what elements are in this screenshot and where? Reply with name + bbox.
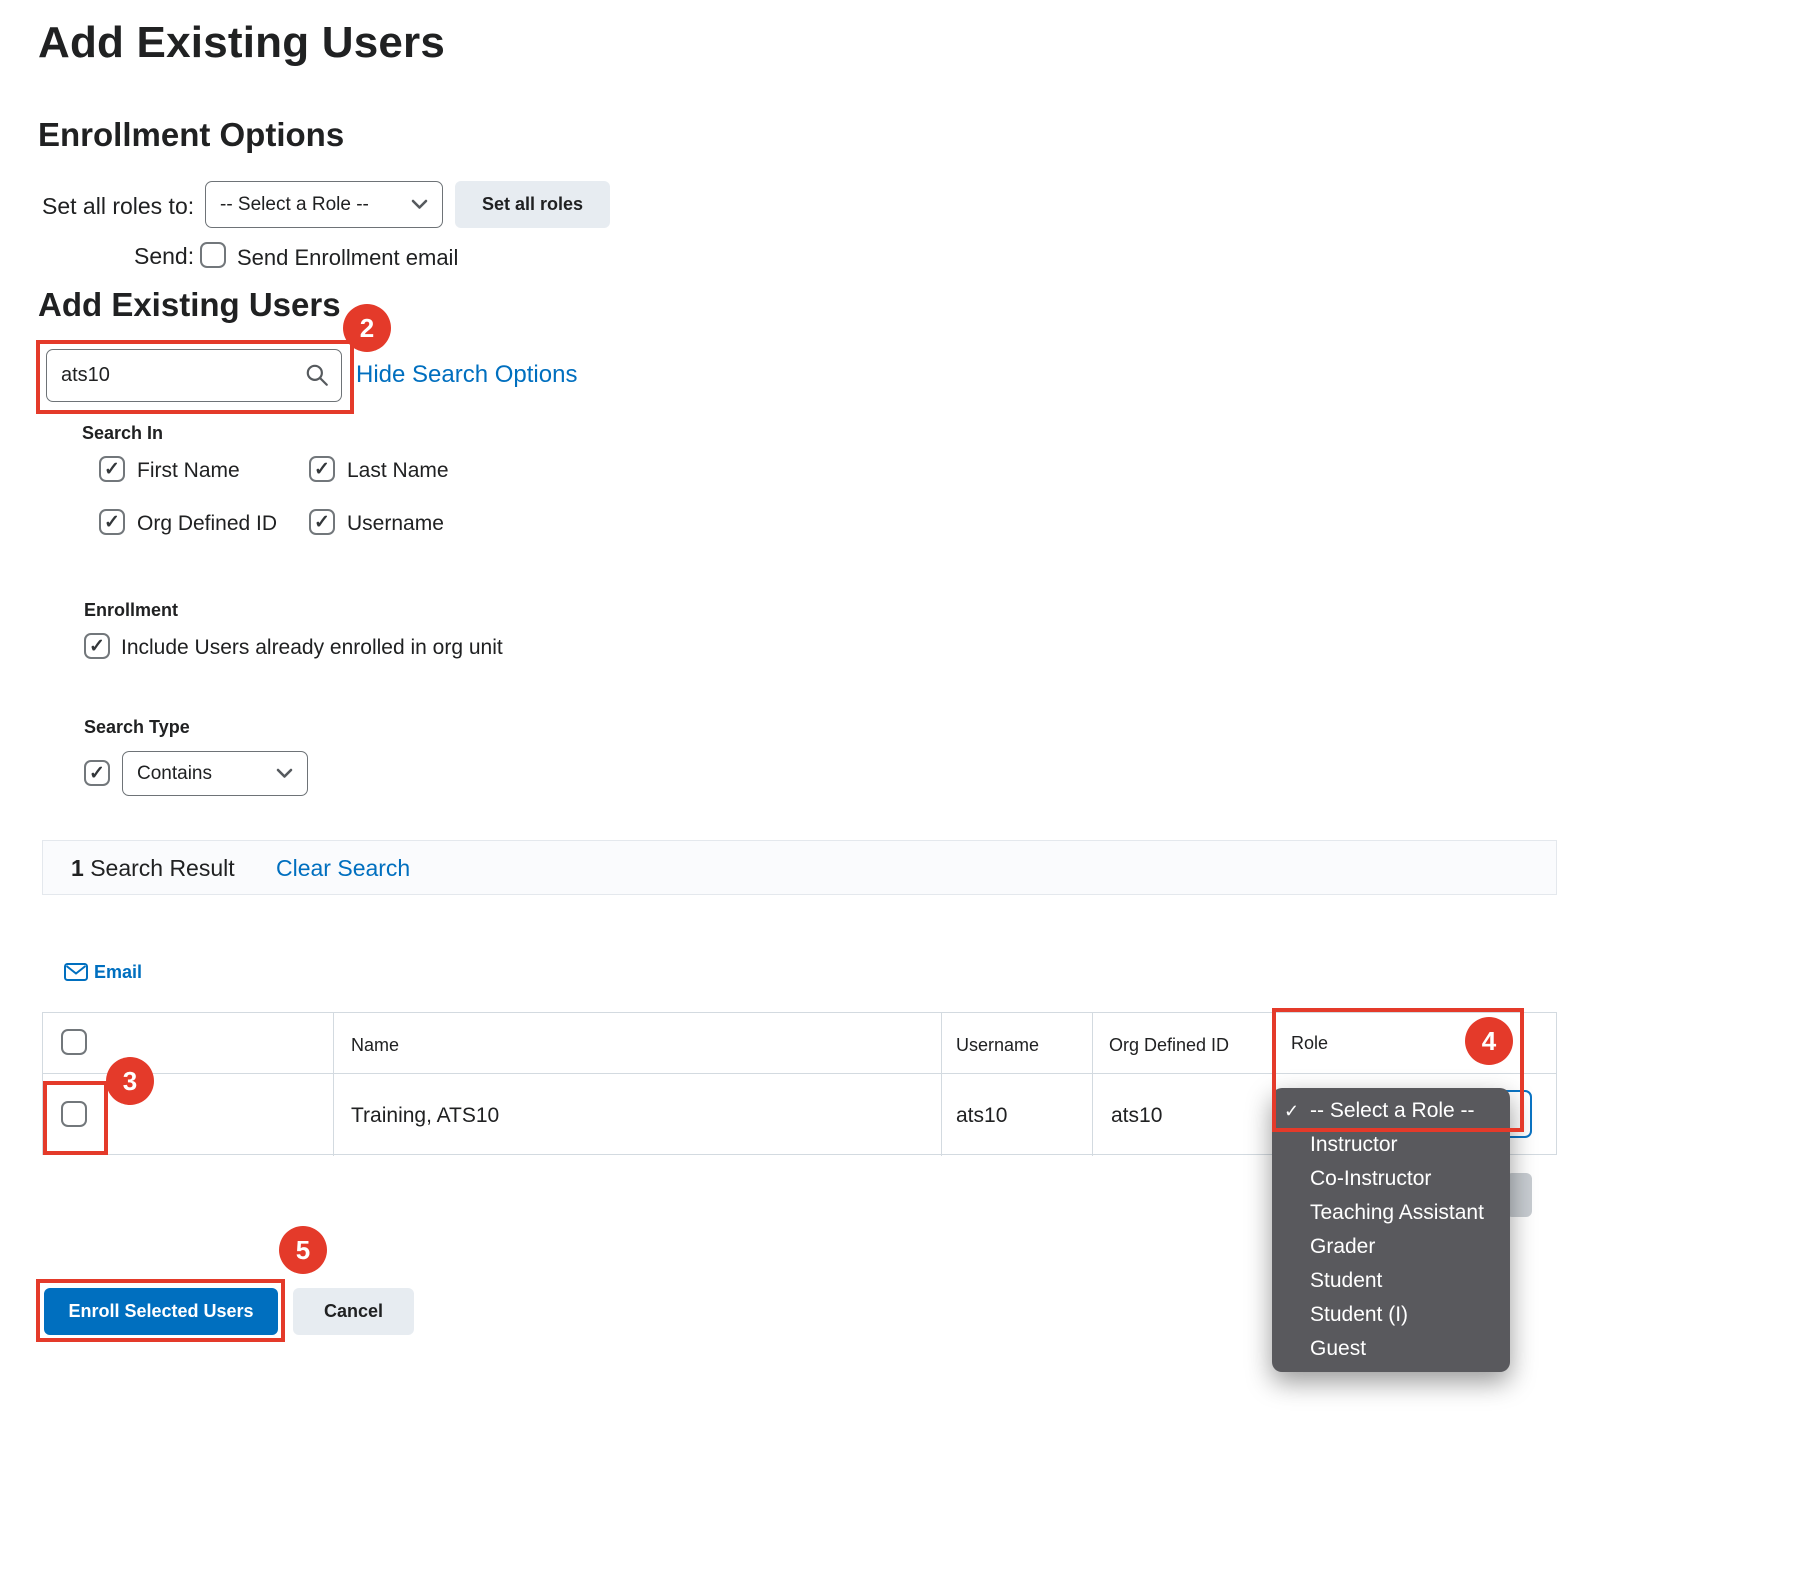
set-all-roles-select-value: -- Select a Role --: [220, 194, 369, 216]
menu-item-student[interactable]: Student: [1272, 1264, 1510, 1298]
annotation-badge-3: 3: [106, 1057, 154, 1105]
search-in-label: Search In: [82, 423, 163, 444]
first-name-checkbox[interactable]: [99, 456, 125, 482]
annotation-rect-row-checkbox: [43, 1081, 108, 1155]
set-all-roles-label: Set all roles to:: [42, 193, 194, 220]
result-count-label: Search Result: [90, 855, 234, 881]
clear-search-link[interactable]: Clear Search: [276, 855, 410, 882]
table-divider: [1092, 1013, 1093, 1156]
menu-item-instructor[interactable]: Instructor: [1272, 1128, 1510, 1162]
last-name-checkbox[interactable]: [309, 456, 335, 482]
add-existing-users-heading: Add Existing Users: [38, 286, 341, 324]
send-enrollment-email-checkbox[interactable]: [200, 242, 226, 268]
result-count-number: 1: [71, 855, 84, 881]
org-defined-id-label: Org Defined ID: [137, 512, 277, 536]
annotation-badge-5: 5: [279, 1226, 327, 1274]
header-org-defined-id: Org Defined ID: [1109, 1035, 1229, 1056]
set-all-roles-select[interactable]: -- Select a Role --: [205, 181, 443, 228]
select-all-checkbox[interactable]: [61, 1029, 87, 1055]
menu-item-student-i[interactable]: Student (I): [1272, 1298, 1510, 1332]
last-name-label: Last Name: [347, 459, 449, 483]
header-name: Name: [351, 1035, 399, 1056]
cancel-button[interactable]: Cancel: [293, 1288, 414, 1335]
annotation-badge-2: 2: [343, 304, 391, 352]
include-enrolled-users-checkbox[interactable]: [84, 633, 110, 659]
menu-item-grader[interactable]: Grader: [1272, 1230, 1510, 1264]
annotation-badge-4: 4: [1465, 1017, 1513, 1065]
annotation-rect-search: [36, 340, 354, 414]
row-org-defined-id: ats10: [1111, 1104, 1162, 1128]
row-username: ats10: [956, 1104, 1007, 1128]
include-enrolled-users-label: Include Users already enrolled in org un…: [121, 636, 503, 660]
enrollment-options-heading: Enrollment Options: [38, 116, 344, 154]
org-defined-id-checkbox[interactable]: [99, 509, 125, 535]
hide-search-options-link[interactable]: Hide Search Options: [356, 361, 577, 389]
set-all-roles-button[interactable]: Set all roles: [455, 181, 610, 228]
search-type-label: Search Type: [84, 717, 190, 738]
add-existing-users-page: Add Existing Users Enrollment Options Se…: [0, 0, 1810, 1596]
search-type-select[interactable]: Contains: [122, 751, 308, 796]
email-icon[interactable]: [64, 963, 88, 981]
annotation-rect-enroll-button: [36, 1279, 285, 1342]
row-name: Training, ATS10: [351, 1104, 499, 1128]
header-username: Username: [956, 1035, 1039, 1056]
first-name-label: First Name: [137, 459, 240, 483]
search-results-bar: 1 Search Result Clear Search: [42, 840, 1557, 895]
menu-item-teaching-assistant[interactable]: Teaching Assistant: [1272, 1196, 1510, 1230]
chevron-down-icon: [276, 768, 293, 779]
page-title: Add Existing Users: [38, 18, 445, 68]
menu-item-guest[interactable]: Guest: [1272, 1332, 1510, 1366]
send-enrollment-email-label: Send Enrollment email: [237, 245, 458, 271]
email-link[interactable]: Email: [94, 962, 142, 983]
search-type-checkbox[interactable]: [84, 760, 110, 786]
search-result-count: 1 Search Result: [71, 855, 235, 882]
table-divider: [333, 1013, 334, 1156]
table-divider: [941, 1013, 942, 1156]
enrollment-label: Enrollment: [84, 600, 178, 621]
search-type-select-value: Contains: [137, 763, 212, 785]
menu-item-co-instructor[interactable]: Co-Instructor: [1272, 1162, 1510, 1196]
username-label: Username: [347, 512, 444, 536]
username-checkbox[interactable]: [309, 509, 335, 535]
chevron-down-icon: [411, 199, 428, 210]
send-label: Send:: [134, 243, 194, 270]
